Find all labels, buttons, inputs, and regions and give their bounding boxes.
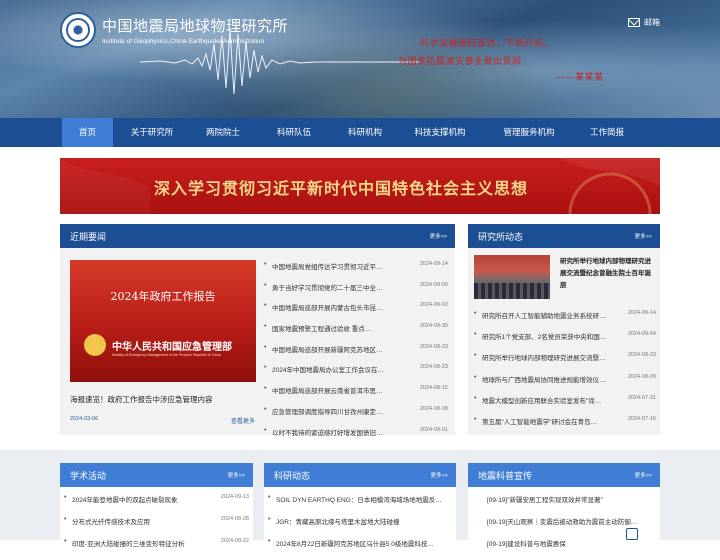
academic-header: 学术活动 更多>> (60, 463, 253, 487)
list-item[interactable]: • 2024年8月22日新疆阿克苏地区乌什县5.0级地震科技… (268, 538, 452, 560)
slogan-line-3: ——某某某 (556, 73, 604, 83)
academic-title: 学术活动 (70, 471, 107, 481)
institute-list: • 研究所召开人工智能辅助地震业务系统研… 2024-09-14 • 研究所1个党支部… (474, 310, 656, 437)
list-item[interactable]: • 中国地震局巡部开展内蒙古包头市昆… 2024-09-02 (264, 302, 448, 323)
list-item[interactable]: • 研究所召开人工智能辅助地震业务系统研… 2024-09-14 (474, 310, 656, 331)
academic-list: • 2024年能登地震中的双起点破裂现象 2024-09-13 • 分布式光纤传感技术… (64, 494, 249, 560)
list-item[interactable]: • 勇于当好学习贯彻党的二十届三中全… 2024-09-09 (264, 282, 448, 303)
site-title: 中国地震局地球物理研究所 (102, 18, 289, 35)
nav-item-research-team[interactable]: 科研队伍 (255, 118, 333, 147)
news-feature-date: 2024-03-06 (70, 416, 99, 422)
site-logo[interactable]: 中国地震局地球物理研究所 Institute of Geophysics,Chi… (60, 12, 288, 48)
news-list: • 中国地震局党组传达学习贯彻习近平… 2024-09-14 • 勇于当好学习贯彻党的… (264, 261, 448, 447)
institute-header: 研究所动态 更多>> (468, 224, 660, 248)
envelope-icon (628, 18, 640, 27)
news-feature-more-link[interactable]: 查看更多 (231, 416, 255, 425)
research-header: 科研动态 更多>> (264, 463, 456, 487)
banner-text: 深入学习贯彻习近平新时代中国特色社会主义思想 (154, 179, 529, 198)
list-item[interactable]: • 应急管理部调度指导四川甘孜州康定… 2024-08-08 (264, 406, 448, 427)
nav-item-home[interactable]: 首页 (62, 118, 113, 147)
list-item[interactable]: • 研究所1个党支部、2名党员荣获中央和国… 2024-09-04 (474, 331, 656, 352)
popsci-more-link[interactable]: 更多>> (635, 471, 652, 479)
feature-image-org-en: Ministry of Emergency Management of the … (112, 353, 221, 357)
list-item[interactable]: • 中国地震局巡部开展新疆阿克苏地区… 2024-08-23 (264, 344, 448, 365)
nav-item-research-units[interactable]: 科研机构 (333, 118, 397, 147)
site-title-en: Institute of Geophysics,China Earthquake… (102, 38, 265, 45)
list-item[interactable]: • 中国地震局巡部开展云南省普洱市思… 2024-08-15 (264, 385, 448, 406)
news-more-link[interactable]: 更多>> (430, 232, 447, 240)
news-header: 近期要闻 更多>> (60, 224, 455, 248)
list-item[interactable]: • 地球所与广西地震局协同推进规能增效仪… 2024-08-09 (474, 374, 656, 395)
nav-item-academicians[interactable]: 两院院士 (191, 118, 255, 147)
news-title: 近期要闻 (70, 232, 107, 242)
list-item[interactable]: • 2024年能登地震中的双起点破裂现象 2024-09-13 (64, 494, 249, 516)
feature-image-title: 2024年政府工作报告 (110, 290, 216, 303)
list-item[interactable]: • 2024年中国地震局办公室工作会议在… 2024-08-23 (264, 364, 448, 385)
slogan-line-1: 科学发展团结奋进，不断开拓， (420, 39, 554, 49)
institute-title: 研究所动态 (478, 232, 524, 242)
slogan-line-2: 为国家防震减灾事业做出贡献 (398, 57, 522, 67)
theme-banner[interactable]: 深入学习贯彻习近平新时代中国特色社会主义思想 (60, 158, 660, 214)
institute-feature-photo[interactable] (474, 255, 550, 299)
news-feature-caption[interactable]: 海报速览！政府工作报告中涉应急管理内容 (70, 394, 256, 405)
nav-item-management-units[interactable]: 管理服务机构 (483, 118, 575, 147)
list-item[interactable]: • 印度-亚洲大陆碰撞的三维变形特征分析 2024-08-22 (64, 538, 249, 560)
qr-icon[interactable] (626, 528, 638, 540)
nav-item-briefing[interactable]: 工作简报 (575, 118, 639, 147)
news-feature-image[interactable]: 2024年政府工作报告 中华人民共和国应急管理部 Ministry of Eme… (70, 260, 256, 382)
research-title: 科研动态 (274, 471, 311, 481)
party-emblem-icon (560, 158, 660, 214)
list-item[interactable]: • 中国地震局党组传达学习贯彻习近平… 2024-09-14 (264, 261, 448, 282)
nav-item-about[interactable]: 关于研究所 (113, 118, 191, 147)
research-list: • SOIL DYN EARTHQ ENG：日本相模湾海域场地地震反… • JGR：… (268, 494, 452, 560)
mail-label: 邮箱 (644, 18, 660, 27)
main-nav: 首页 关于研究所 两院院士 科研队伍 科研机构 科技支撑机构 管理服务机构 工作… (0, 118, 720, 147)
site-header: 中国地震局地球物理研究所 Institute of Geophysics,Chi… (0, 0, 720, 118)
institute-feature-caption[interactable]: 研究所举行地球内部物理研究进展交流暨纪念曾融生院士百年诞辰 (560, 256, 656, 292)
mail-link[interactable]: 邮箱 (628, 17, 660, 28)
academic-more-link[interactable]: 更多>> (228, 471, 245, 479)
list-item[interactable]: • 研究所举行地球内部物理研究进展交流暨… 2024-08-23 (474, 352, 656, 373)
nav-item-support-units[interactable]: 科技支撑机构 (397, 118, 483, 147)
list-item[interactable]: [09-19]"新疆安居工程实现双效并常显著" (479, 494, 656, 516)
list-item[interactable]: • 第五届"人工智能地震学"研讨会在青岛… 2024-07-16 (474, 416, 656, 437)
list-item[interactable]: [09-19]建设科普与地震惠保 (479, 538, 656, 560)
research-more-link[interactable]: 更多>> (431, 471, 448, 479)
popsci-header: 地震科普宣传 更多>> (468, 463, 660, 487)
list-item[interactable]: • JGR：青藏高原北缘与塔里木盆地大陆碰撞 (268, 516, 452, 538)
popsci-title: 地震科普宣传 (478, 471, 533, 481)
list-item[interactable]: • SOIL DYN EARTHQ ENG：日本相模湾海域场地地震反… (268, 494, 452, 516)
list-item[interactable]: • 分布式光纤传感技术及应用 2024-08-28 (64, 516, 249, 538)
institute-emblem-icon (60, 12, 96, 48)
national-emblem-icon (84, 334, 106, 356)
popsci-list: [09-19]"新疆安居工程实现双效并常显著" [09-19]天山观察｜变震后被… (479, 494, 656, 560)
list-item[interactable]: • 以时不我待的紧迫感打好增发国债旧… 2024-08-01 (264, 427, 448, 448)
list-item[interactable]: • 地震大模型创新应用联合实验室发布"谛… 2024-07-31 (474, 395, 656, 416)
list-item[interactable]: • 国家地震预警工程通过验收 重点… 2024-08-30 (264, 323, 448, 344)
feature-image-org: 中华人民共和国应急管理部 (112, 342, 232, 353)
institute-more-link[interactable]: 更多>> (635, 232, 652, 240)
